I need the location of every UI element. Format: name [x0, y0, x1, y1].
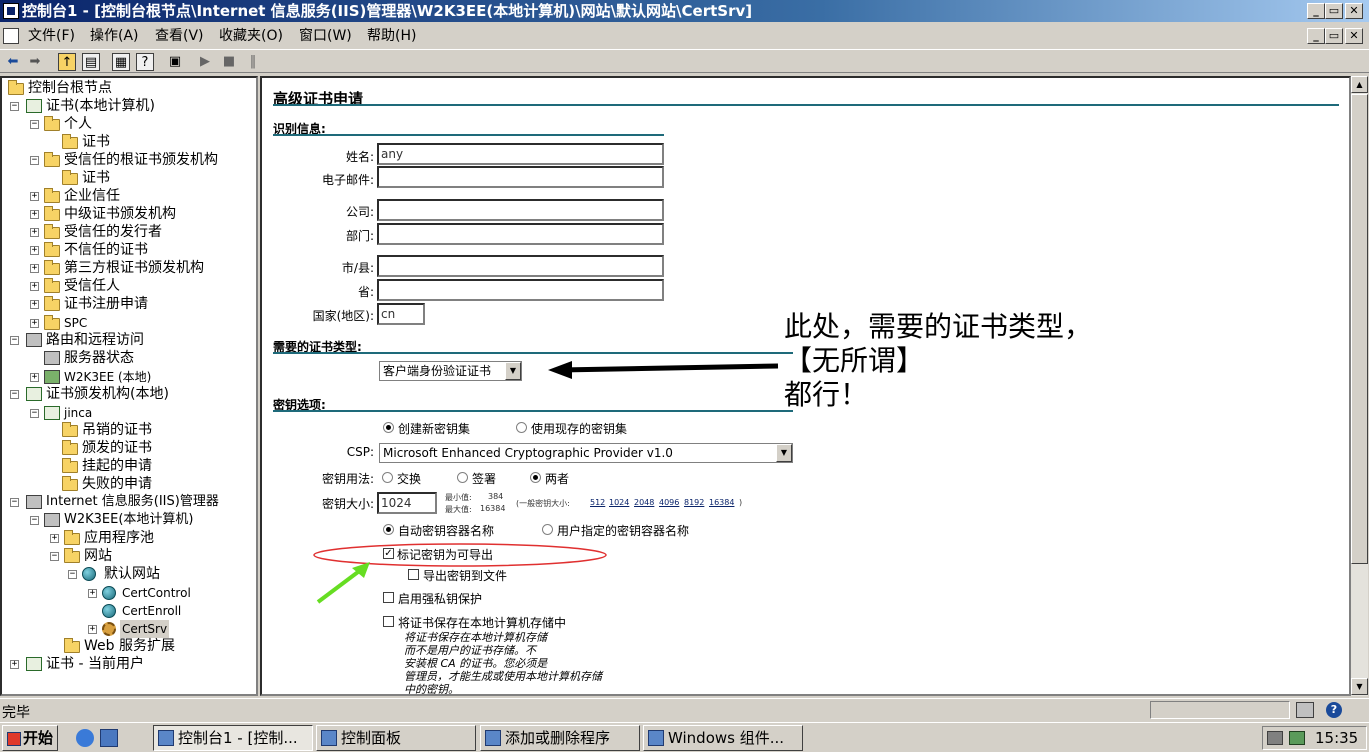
- green-annotation-arrow: [316, 567, 364, 604]
- taskbar: 开始 控制台1 - [控制... 控制面板 添加或删除程序 Windows 组件…: [0, 722, 1369, 752]
- task-console1[interactable]: 控制台1 - [控制...: [153, 725, 313, 751]
- annotation-overlay: [313, 361, 779, 604]
- annotation-line: 此处，需要的证书类型，: [784, 310, 1093, 343]
- task-windows-components[interactable]: Windows 组件...: [643, 725, 803, 751]
- vertical-scrollbar[interactable]: ▲ ▼: [1351, 76, 1368, 696]
- console-task-icon: [158, 730, 174, 746]
- task-console1-label: 控制台1 - [控制...: [178, 729, 298, 747]
- windows-components-icon: [648, 730, 664, 746]
- windows-logo-icon: [7, 732, 21, 746]
- scroll-thumb[interactable]: [1351, 94, 1368, 564]
- status-bar: 完毕 ?: [0, 698, 1369, 721]
- start-label: 开始: [23, 729, 54, 747]
- add-remove-programs-icon: [485, 730, 501, 746]
- task-add-remove-label: 添加或删除程序: [505, 729, 611, 747]
- system-tray: 15:35: [1262, 726, 1367, 750]
- help-zone-icon: ?: [1326, 702, 1342, 718]
- scroll-up-icon[interactable]: ▲: [1351, 76, 1368, 93]
- quick-launch-icon[interactable]: [100, 729, 118, 747]
- annotation-line: 都行！: [784, 378, 869, 411]
- internet-explorer-icon[interactable]: [76, 729, 94, 747]
- network-tray-icon[interactable]: [1267, 731, 1283, 745]
- start-button[interactable]: 开始: [2, 725, 58, 751]
- status-text: 完毕: [2, 705, 30, 721]
- printer-icon: [1296, 702, 1314, 718]
- status-panel: [1150, 701, 1290, 719]
- clock[interactable]: 15:35: [1315, 729, 1358, 747]
- task-windows-components-label: Windows 组件...: [668, 729, 785, 747]
- scroll-down-icon[interactable]: ▼: [1351, 678, 1368, 695]
- task-add-remove-programs[interactable]: 添加或删除程序: [480, 725, 640, 751]
- annotation-text: 此处，需要的证书类型， 【无所谓】 都行！: [784, 310, 1092, 412]
- task-control-panel-label: 控制面板: [341, 729, 402, 747]
- black-annotation-arrow: [559, 363, 779, 373]
- annotation-line: 【无所谓】: [784, 344, 925, 377]
- exportable-highlight-ellipse: [313, 543, 607, 567]
- task-control-panel[interactable]: 控制面板: [316, 725, 476, 751]
- tray-status-icon[interactable]: [1289, 731, 1305, 745]
- control-panel-icon: [321, 730, 337, 746]
- black-arrowhead: [548, 361, 572, 379]
